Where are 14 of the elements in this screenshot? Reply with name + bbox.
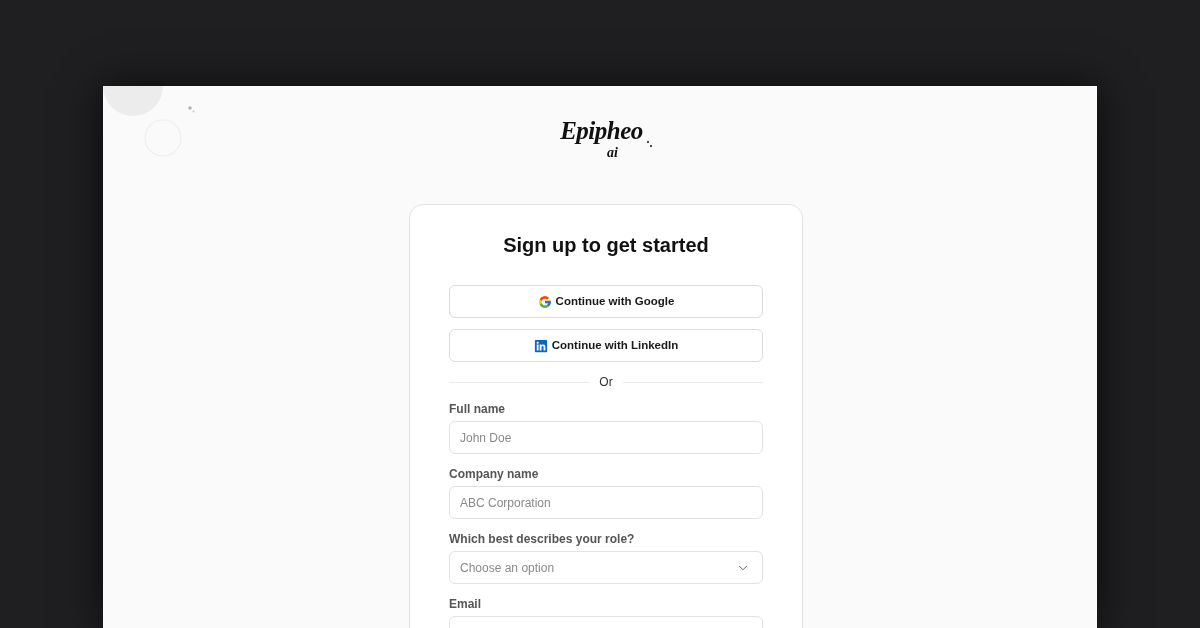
linkedin-in-icon [533, 338, 548, 353]
social-login-button[interactable]: Continue with LinkedIn [449, 329, 763, 362]
role-select[interactable]: Choose an option [449, 551, 763, 584]
field-label: Which best describes your role? [449, 532, 636, 546]
card-title: Sign up to get started [502, 233, 710, 257]
field-label: Email [449, 597, 482, 611]
logo: Epipheo ai [557, 117, 655, 162]
divider-text: Or [599, 374, 613, 391]
input-field[interactable]: John Doe [449, 421, 763, 454]
field-label: Full name [449, 402, 506, 416]
field-label: Company name [449, 467, 540, 481]
google-g-icon [537, 294, 552, 309]
input-field[interactable]: ABC Corporation [449, 486, 763, 519]
social-login-button[interactable]: Continue with Google [449, 285, 763, 318]
